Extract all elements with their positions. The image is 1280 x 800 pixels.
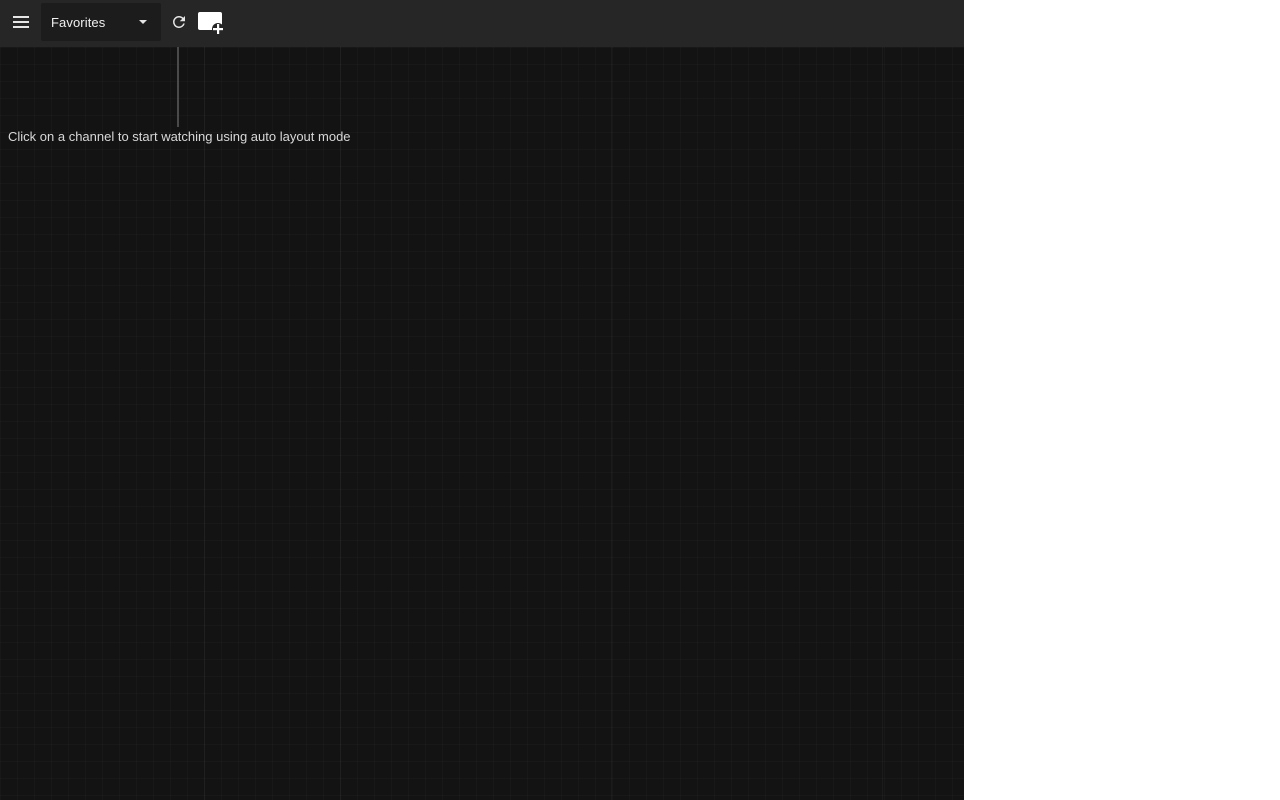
stream-grid[interactable]: Click on a channel to start watching usi…: [0, 47, 964, 800]
app-window: Favorites Click on a channel to start wa: [0, 0, 964, 800]
add-stream-icon: [198, 12, 224, 35]
refresh-button[interactable]: [166, 8, 192, 36]
grid-column-line: [204, 47, 205, 800]
resize-handle[interactable]: [177, 47, 179, 127]
empty-state-hint: Click on a channel to start watching usi…: [8, 129, 351, 144]
list-select-value: Favorites: [51, 14, 106, 30]
grid-column-line: [882, 47, 883, 800]
refresh-icon: [172, 15, 185, 28]
top-toolbar: Favorites: [0, 0, 964, 47]
add-stream-button[interactable]: [196, 9, 226, 37]
caret-down-icon: [139, 20, 147, 24]
menu-icon: [13, 16, 29, 28]
grid-column-line: [340, 47, 341, 800]
grid-column-line: [611, 47, 612, 800]
menu-button[interactable]: [8, 8, 36, 36]
list-select-dropdown[interactable]: Favorites: [41, 3, 161, 41]
